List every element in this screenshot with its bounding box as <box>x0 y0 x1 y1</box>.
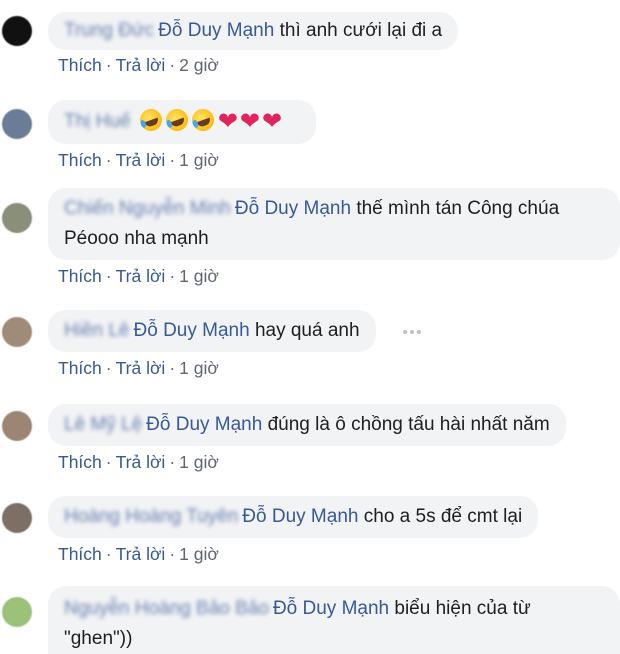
like-link[interactable]: Thích <box>58 358 102 378</box>
comment-author[interactable]: Chiến Nguyễn Minh <box>64 198 231 219</box>
comment-actions: Thích · Trả lời · 1 giờ <box>58 452 219 472</box>
timestamp[interactable]: 1 giờ <box>179 452 219 472</box>
comment-bubble: Chiến Nguyễn Minh Đỗ Duy Mạnh thế mình tá… <box>48 188 620 260</box>
timestamp[interactable]: 1 giờ <box>179 358 219 378</box>
comment-actions: Thích · Trả lời · 1 giờ <box>58 150 219 170</box>
timestamp[interactable]: 2 giờ <box>179 55 219 75</box>
mention-link[interactable]: Đỗ Duy Mạnh <box>146 414 262 435</box>
comment-bubble: Lê Mỹ Lệ Đỗ Duy Mạnh đúng là ô chồng tấu … <box>48 404 566 446</box>
mention-link[interactable]: Đỗ Duy Mạnh <box>235 198 351 219</box>
avatar[interactable] <box>2 203 32 233</box>
comment-text: Péooo nha mạnh <box>64 228 209 249</box>
timestamp[interactable]: 1 giờ <box>179 266 219 286</box>
reply-link[interactable]: Trả lời <box>116 55 166 75</box>
comment-text: đúng là ô chồng tấu hài nhất năm <box>267 414 550 435</box>
avatar[interactable] <box>2 597 32 627</box>
comment-bubble: Thị Huế ❤❤❤ <box>48 100 316 144</box>
reply-link[interactable]: Trả lời <box>116 544 166 564</box>
comment-author[interactable]: Trung Đức <box>64 20 154 41</box>
comment-actions: Thích · Trả lời · 2 giờ <box>58 55 219 75</box>
red-heart-icon: ❤ <box>217 108 238 135</box>
comment-actions: Thích · Trả lời · 1 giờ <box>58 266 219 286</box>
avatar[interactable] <box>2 411 32 441</box>
mention-link[interactable]: Đỗ Duy Mạnh <box>158 20 274 41</box>
comment-author[interactable]: Hiền Lê <box>64 320 130 341</box>
timestamp[interactable]: 1 giờ <box>179 544 219 564</box>
comment-text: cho a 5s để cmt lại <box>363 506 523 527</box>
comment-bubble: Hiền Lê Đỗ Duy Mạnh hay quá anh <box>48 310 376 352</box>
rolling-on-floor-laughing-icon <box>136 105 165 135</box>
comment-bubble: Nguyễn Hoàng Bảo Bảo Đỗ Duy Mạnh biểu hiệ… <box>48 586 620 654</box>
comment-author[interactable]: Hoàng Hoàng Tuyên <box>64 506 238 527</box>
comment-bubble: Trung Đức Đỗ Duy Mạnh thì anh cưới lại đi… <box>48 12 459 50</box>
comment-actions: Thích · Trả lời · 1 giờ <box>58 358 219 378</box>
like-link[interactable]: Thích <box>58 452 102 472</box>
like-link[interactable]: Thích <box>58 55 102 75</box>
mention-link[interactable]: Đỗ Duy Mạnh <box>273 598 389 619</box>
comment-author[interactable]: Thị Huế <box>64 111 131 132</box>
rolling-on-floor-laughing-icon <box>162 105 191 135</box>
comment-author[interactable]: Nguyễn Hoàng Bảo Bảo <box>64 598 269 619</box>
reply-link[interactable]: Trả lời <box>116 150 166 170</box>
comment-text: "ghen")) <box>64 628 133 649</box>
comment-author[interactable]: Lê Mỹ Lệ <box>64 414 142 435</box>
reply-link[interactable]: Trả lời <box>116 266 166 286</box>
avatar[interactable] <box>2 16 32 46</box>
comment-text: thì anh cưới lại đi a <box>279 20 443 41</box>
comment-text: hay quá anh <box>254 320 360 341</box>
emoji-reactions: ❤❤❤ <box>136 105 284 137</box>
avatar[interactable] <box>2 503 32 533</box>
like-link[interactable]: Thích <box>58 266 102 286</box>
more-options-icon[interactable] <box>403 330 425 336</box>
avatar[interactable] <box>2 317 32 347</box>
comment-bubble: Hoàng Hoàng Tuyên Đỗ Duy Mạnh cho a 5s để… <box>48 496 539 538</box>
comment-actions: Thích · Trả lời · 1 giờ <box>58 544 219 564</box>
like-link[interactable]: Thích <box>58 150 102 170</box>
avatar[interactable] <box>2 109 32 139</box>
red-heart-icon: ❤ <box>239 108 261 135</box>
red-heart-icon: ❤ <box>262 108 283 135</box>
like-link[interactable]: Thích <box>58 544 102 564</box>
mention-link[interactable]: Đỗ Duy Mạnh <box>242 506 358 527</box>
reply-link[interactable]: Trả lời <box>116 358 166 378</box>
comment-text: thế mình tán Công chúa <box>356 198 560 219</box>
rolling-on-floor-laughing-icon <box>188 105 217 135</box>
reply-link[interactable]: Trả lời <box>116 452 166 472</box>
mention-link[interactable]: Đỗ Duy Mạnh <box>134 320 250 341</box>
timestamp[interactable]: 1 giờ <box>179 150 219 170</box>
comment-text: biểu hiện của từ <box>394 598 531 619</box>
